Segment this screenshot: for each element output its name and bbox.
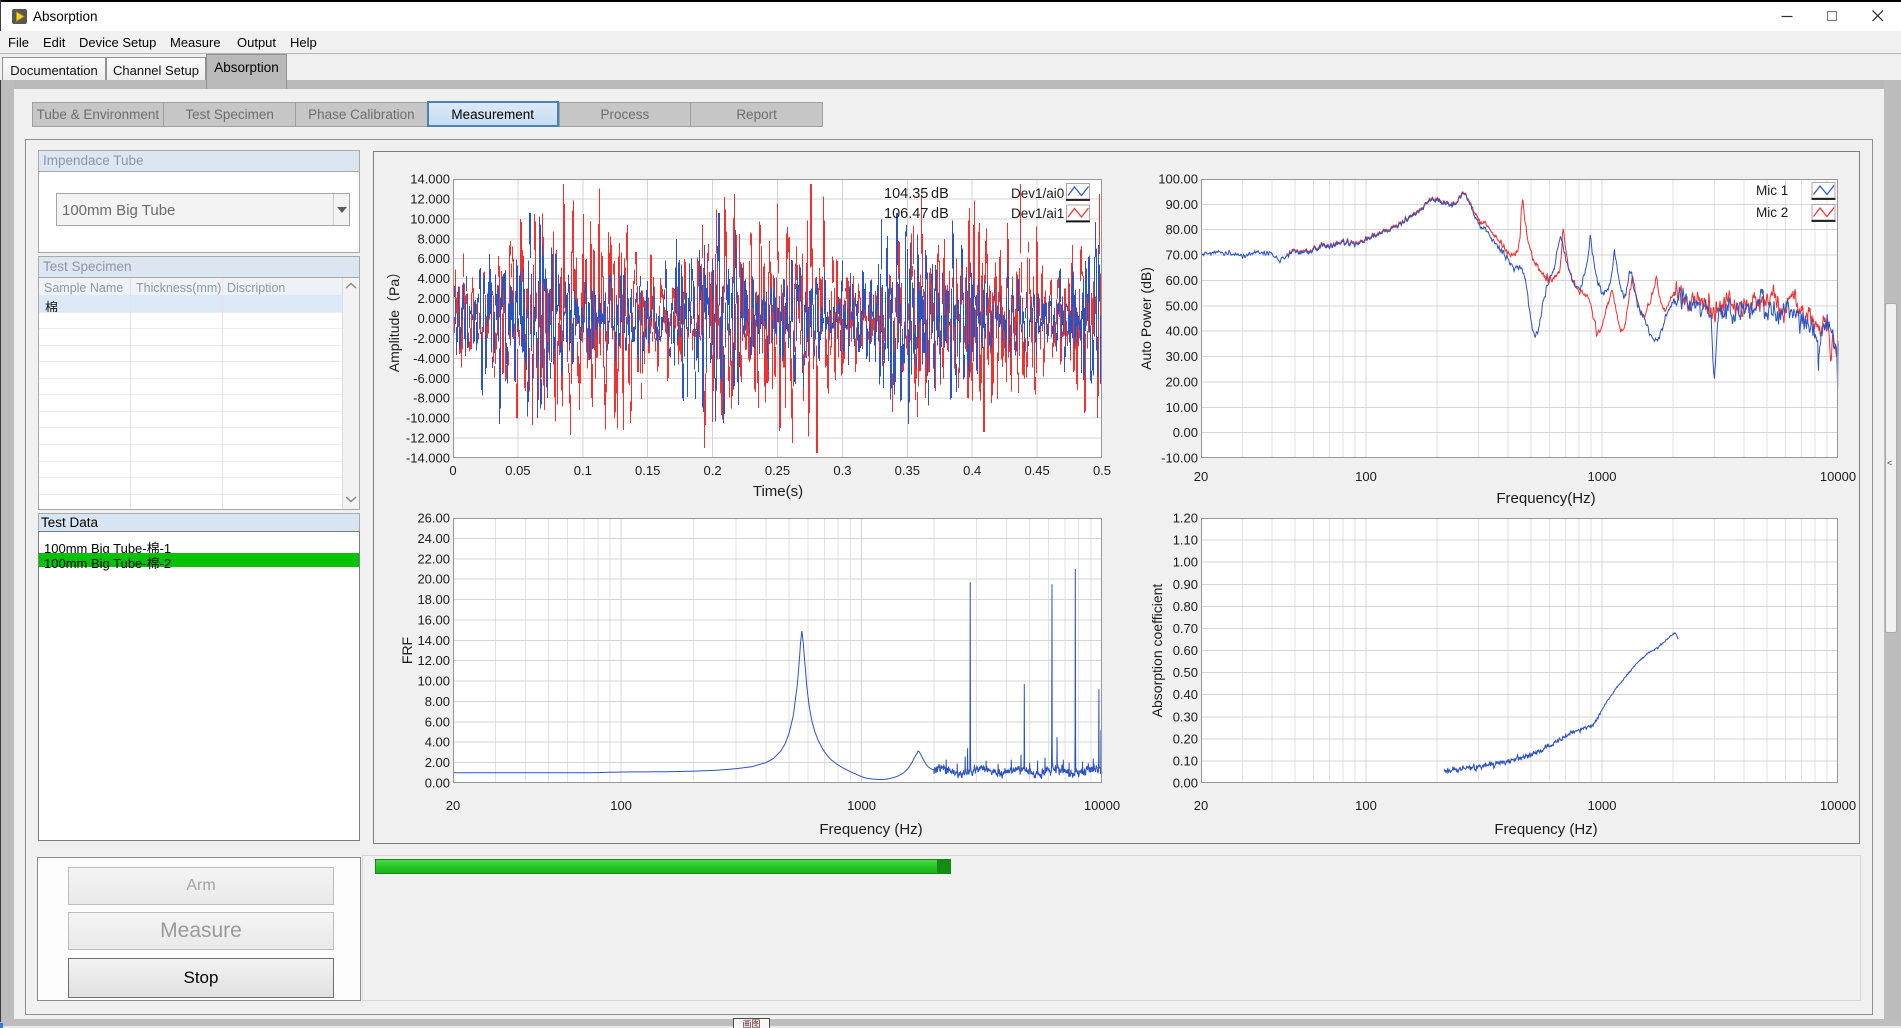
- svg-text:0.2: 0.2: [704, 463, 722, 478]
- svg-text:20: 20: [1194, 469, 1208, 484]
- svg-text:1000: 1000: [847, 798, 876, 813]
- svg-text:26.00: 26.00: [417, 511, 450, 526]
- svg-text:106.47: 106.47: [884, 206, 928, 222]
- svg-text:Auto Power (dB): Auto Power (dB): [1138, 267, 1154, 370]
- svg-text:0.90: 0.90: [1173, 577, 1198, 592]
- svg-text:0.15: 0.15: [635, 463, 660, 478]
- svg-text:0.10: 0.10: [1173, 753, 1198, 768]
- svg-text:Mic 2: Mic 2: [1756, 205, 1788, 220]
- svg-text:0.00: 0.00: [1173, 776, 1198, 791]
- svg-text:100: 100: [610, 798, 632, 813]
- svg-text:dB: dB: [931, 206, 949, 222]
- svg-text:80.00: 80.00: [1165, 222, 1198, 237]
- svg-text:-8.000: -8.000: [413, 391, 450, 406]
- svg-text:Frequency (Hz): Frequency (Hz): [819, 821, 922, 838]
- svg-text:20.00: 20.00: [417, 572, 450, 587]
- svg-text:0.70: 0.70: [1173, 621, 1198, 636]
- svg-text:30.00: 30.00: [1165, 349, 1198, 364]
- svg-text:0.4: 0.4: [963, 463, 981, 478]
- svg-text:Absorption coefficient: Absorption coefficient: [1149, 584, 1165, 718]
- svg-text:1.00: 1.00: [1173, 555, 1198, 570]
- svg-text:0.25: 0.25: [765, 463, 790, 478]
- svg-text:dB: dB: [931, 186, 949, 202]
- svg-text:20: 20: [446, 798, 460, 813]
- svg-text:20: 20: [1194, 798, 1208, 813]
- svg-text:100: 100: [1355, 469, 1377, 484]
- svg-text:0.000: 0.000: [417, 311, 450, 326]
- svg-text:104.35: 104.35: [884, 186, 928, 202]
- svg-text:14.00: 14.00: [417, 633, 450, 648]
- svg-text:0.35: 0.35: [895, 463, 920, 478]
- svg-text:0.1: 0.1: [574, 463, 592, 478]
- svg-text:1.10: 1.10: [1173, 533, 1198, 548]
- svg-text:Dev1/ai0: Dev1/ai0: [1011, 186, 1064, 201]
- svg-text:0.40: 0.40: [1173, 687, 1198, 702]
- svg-text:0.05: 0.05: [505, 463, 530, 478]
- svg-text:0.5: 0.5: [1093, 463, 1111, 478]
- svg-text:Frequency (Hz): Frequency (Hz): [1494, 821, 1597, 838]
- svg-text:10000: 10000: [1084, 798, 1120, 813]
- svg-text:1.20: 1.20: [1173, 511, 1198, 526]
- svg-text:2.000: 2.000: [417, 291, 450, 306]
- svg-text:10000: 10000: [1820, 469, 1856, 484]
- svg-text:24.00: 24.00: [417, 531, 450, 546]
- svg-text:1000: 1000: [1588, 798, 1617, 813]
- svg-text:Frequency(Hz): Frequency(Hz): [1496, 490, 1595, 507]
- svg-text:40.00: 40.00: [1165, 324, 1198, 339]
- svg-text:-6.000: -6.000: [413, 371, 450, 386]
- svg-text:6.000: 6.000: [417, 251, 450, 266]
- svg-text:0.00: 0.00: [1173, 425, 1198, 440]
- svg-text:10.000: 10.000: [410, 211, 450, 226]
- svg-text:0.60: 0.60: [1173, 643, 1198, 658]
- svg-text:100.00: 100.00: [1158, 172, 1198, 187]
- svg-text:-14.000: -14.000: [406, 451, 450, 466]
- svg-text:1000: 1000: [1588, 469, 1617, 484]
- svg-text:8.00: 8.00: [425, 694, 450, 709]
- svg-text:70.00: 70.00: [1165, 248, 1198, 263]
- svg-text:6.00: 6.00: [425, 714, 450, 729]
- svg-text:0.45: 0.45: [1024, 463, 1049, 478]
- svg-text:50.00: 50.00: [1165, 298, 1198, 313]
- svg-text:100: 100: [1355, 798, 1377, 813]
- svg-text:10.00: 10.00: [1165, 400, 1198, 415]
- svg-text:0.30: 0.30: [1173, 709, 1198, 724]
- svg-text:-12.000: -12.000: [406, 431, 450, 446]
- svg-text:22.00: 22.00: [417, 551, 450, 566]
- svg-text:0.20: 0.20: [1173, 731, 1198, 746]
- svg-text:12.000: 12.000: [410, 191, 450, 206]
- svg-text:0.00: 0.00: [425, 776, 450, 791]
- svg-text:-10.00: -10.00: [1161, 451, 1198, 466]
- svg-text:0.50: 0.50: [1173, 665, 1198, 680]
- svg-text:FRF: FRF: [399, 637, 415, 664]
- svg-text:2.00: 2.00: [425, 755, 450, 770]
- svg-text:0.80: 0.80: [1173, 599, 1198, 614]
- svg-text:20.00: 20.00: [1165, 374, 1198, 389]
- svg-text:14.000: 14.000: [410, 172, 450, 187]
- svg-text:10000: 10000: [1820, 798, 1856, 813]
- svg-text:4.00: 4.00: [425, 735, 450, 750]
- svg-text:10.00: 10.00: [417, 674, 450, 689]
- svg-text:0.3: 0.3: [833, 463, 851, 478]
- svg-text:-4.000: -4.000: [413, 351, 450, 366]
- svg-text:-10.000: -10.000: [406, 411, 450, 426]
- svg-text:0: 0: [449, 463, 456, 478]
- svg-text:Time(s): Time(s): [753, 483, 803, 500]
- svg-text:Mic 1: Mic 1: [1756, 183, 1788, 198]
- svg-text:60.00: 60.00: [1165, 273, 1198, 288]
- svg-text:4.000: 4.000: [417, 271, 450, 286]
- svg-text:Amplitude（Pa）: Amplitude（Pa）: [386, 265, 402, 372]
- svg-text:12.00: 12.00: [417, 653, 450, 668]
- svg-text:16.00: 16.00: [417, 612, 450, 627]
- svg-text:90.00: 90.00: [1165, 197, 1198, 212]
- svg-text:8.000: 8.000: [417, 231, 450, 246]
- svg-text:-2.000: -2.000: [413, 331, 450, 346]
- svg-text:Dev1/ai1: Dev1/ai1: [1011, 206, 1064, 221]
- svg-text:18.00: 18.00: [417, 592, 450, 607]
